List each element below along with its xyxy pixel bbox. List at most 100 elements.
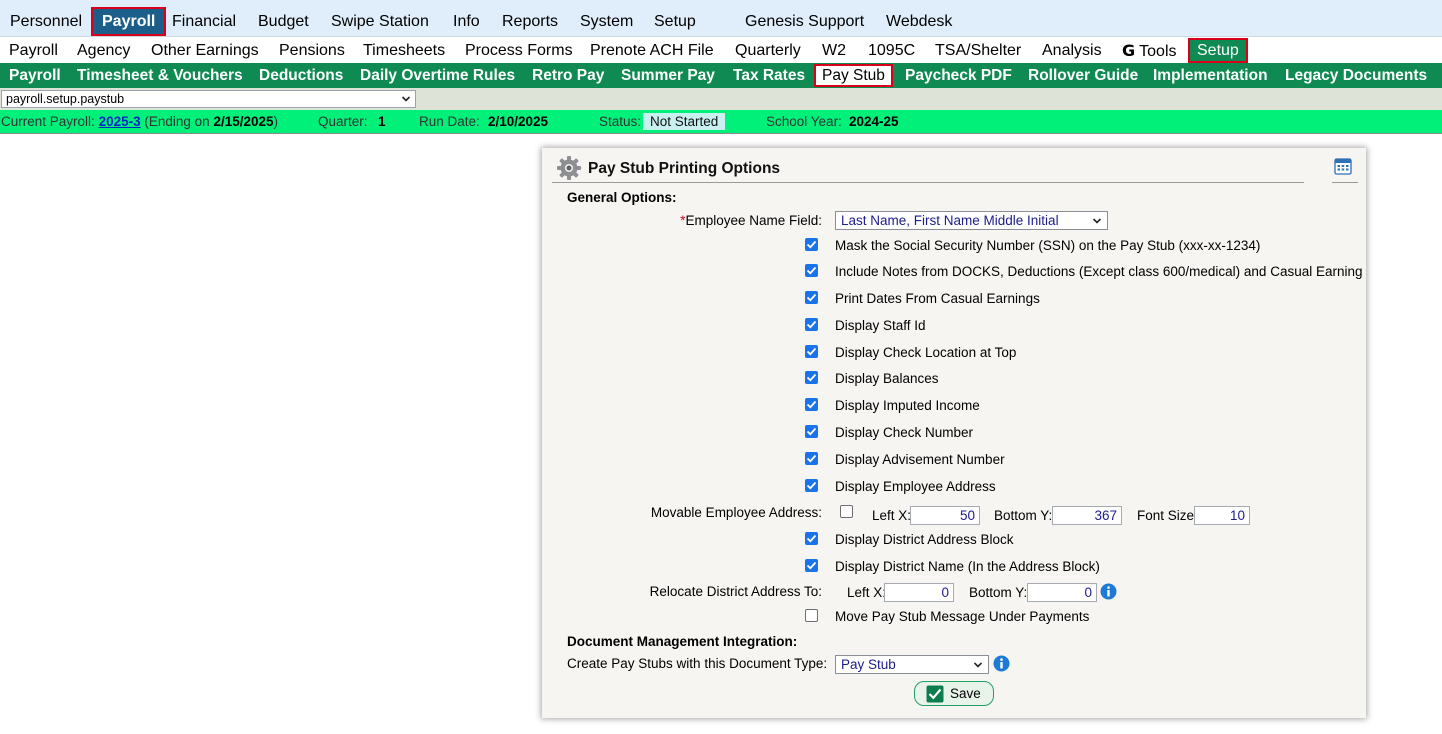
info-icon[interactable]: [1100, 583, 1117, 600]
menu-item-system[interactable]: System: [580, 8, 633, 36]
ending-prefix: (Ending on: [144, 114, 214, 129]
checkbox-label: Display Check Number: [835, 425, 974, 440]
checkbox-label: Display Staff Id: [835, 318, 926, 333]
quarter-value: 1: [378, 114, 386, 129]
current-payroll-label: Current Payroll:: [1, 114, 95, 129]
menu-item-reports[interactable]: Reports: [502, 8, 558, 36]
calendar-icon[interactable]: [1334, 157, 1352, 175]
movable-left-x-label: Left X:: [872, 508, 912, 523]
tab-paycheck-pdf[interactable]: Paycheck PDF: [905, 64, 1012, 88]
menu-item-swipe-station[interactable]: Swipe Station: [331, 8, 429, 36]
ending-date: 2/15/2025: [213, 114, 274, 129]
checkbox-district-name[interactable]: [805, 559, 818, 572]
checkbox-movable-address[interactable]: [840, 505, 853, 518]
tab-daily-overtime-rules[interactable]: Daily Overtime Rules: [360, 64, 515, 88]
relocate-address-label: Relocate District Address To:: [649, 584, 822, 599]
payroll-status-bar: Current Payroll: 2025-3 (Ending on 2/15/…: [0, 110, 1442, 133]
movable-left-x-input[interactable]: 50: [910, 506, 980, 525]
ending-suffix: ): [273, 114, 279, 129]
current-payroll-link[interactable]: 2025-3: [99, 114, 141, 129]
menu-item-webdesk[interactable]: Webdesk: [886, 8, 952, 36]
tab-summer-pay[interactable]: Summer Pay: [621, 64, 715, 88]
submenu-item-agency[interactable]: Agency: [77, 39, 130, 63]
tab-rollover-guide[interactable]: Rollover Guide: [1028, 64, 1138, 88]
checkbox-employee-address[interactable]: [805, 479, 818, 492]
tab-timesheet-vouchers[interactable]: Timesheet & Vouchers: [77, 64, 243, 88]
checkbox-district-address-block[interactable]: [805, 532, 818, 545]
menu-item-info[interactable]: Info: [453, 8, 480, 36]
submenu-item-w2[interactable]: W2: [822, 39, 846, 63]
chevron-down-icon: [402, 96, 410, 102]
font-size-input[interactable]: 10: [1194, 506, 1250, 525]
checkbox-label: Display Check Location at Top: [835, 345, 1017, 360]
tab-retro-pay[interactable]: Retro Pay: [532, 64, 604, 88]
relocate-left-x-label: Left X:: [847, 585, 887, 600]
employee-name-field-text: Employee Name Field:: [685, 213, 822, 228]
checkbox-imputed-income[interactable]: [805, 398, 818, 411]
submenu-item-timesheets[interactable]: Timesheets: [363, 39, 445, 63]
relocate-left-x-input[interactable]: 0: [884, 583, 954, 602]
info-icon[interactable]: [993, 655, 1010, 672]
submenu-item-tsa-shelter[interactable]: TSA/Shelter: [935, 39, 1021, 63]
menu-item-personnel[interactable]: Personnel: [10, 8, 82, 36]
checkbox-balances[interactable]: [805, 371, 818, 384]
submenu-item-setup[interactable]: Setup: [1188, 38, 1248, 63]
submenu-item-prenote-ach[interactable]: Prenote ACH File: [590, 39, 714, 63]
menu-item-financial[interactable]: Financial: [172, 8, 236, 36]
page-select-dropdown[interactable]: payroll.setup.paystub: [1, 90, 416, 108]
doc-type-select-value: Pay Stub: [841, 657, 896, 672]
submenu-item-process-forms[interactable]: Process Forms: [465, 39, 573, 63]
status-label: Status:: [599, 114, 642, 129]
doc-type-select[interactable]: Pay Stub: [835, 655, 989, 674]
save-button[interactable]: Save: [914, 681, 994, 706]
tab-implementation[interactable]: Implementation: [1153, 64, 1268, 88]
tab-legacy-documents[interactable]: Legacy Documents: [1285, 64, 1427, 88]
tab-tax-rates[interactable]: Tax Rates: [733, 64, 805, 88]
submenu-item-1095c[interactable]: 1095C: [868, 39, 915, 63]
doc-mgmt-heading: Document Management Integration:: [567, 634, 798, 649]
submenu-tools-label: Tools: [1139, 43, 1177, 60]
checkbox-mask-ssn[interactable]: [805, 238, 818, 251]
chevron-down-icon: [1093, 218, 1101, 224]
pay-stub-options-panel: Pay Stub Printing Options General Option…: [542, 148, 1366, 718]
school-year-value: 2024-25: [849, 114, 899, 129]
checkbox-move-message[interactable]: [805, 609, 818, 622]
checkbox-advisement-number[interactable]: [805, 452, 818, 465]
checkbox-label: Mask the Social Security Number (SSN) on…: [835, 238, 1261, 253]
save-button-label: Save: [950, 686, 981, 701]
submenu-item-quarterly[interactable]: Quarterly: [735, 39, 801, 63]
employee-name-select-value: Last Name, First Name Middle Initial: [841, 213, 1059, 228]
checkbox-check-location[interactable]: [805, 345, 818, 358]
general-options-heading: General Options:: [567, 190, 677, 205]
checkbox-label: Print Dates From Casual Earnings: [835, 291, 1040, 306]
menu-item-genesis-support[interactable]: Genesis Support: [745, 8, 864, 36]
menu-item-setup[interactable]: Setup: [654, 8, 696, 36]
employee-name-field-label: *Employee Name Field:: [680, 213, 822, 228]
checkbox-label: Display District Address Block: [835, 532, 1014, 547]
relocate-bottom-y-input[interactable]: 0: [1027, 583, 1097, 602]
chevron-down-icon: [974, 662, 982, 668]
run-date-value: 2/10/2025: [488, 114, 549, 129]
menu-item-budget[interactable]: Budget: [258, 8, 309, 36]
movable-bottom-y-input[interactable]: 367: [1052, 506, 1122, 525]
tab-deductions[interactable]: Deductions: [259, 64, 343, 88]
submenu-item-other-earnings[interactable]: Other Earnings: [151, 39, 259, 63]
movable-address-label: Movable Employee Address:: [650, 505, 822, 520]
submenu-item-pensions[interactable]: Pensions: [279, 39, 345, 63]
tab-pay-stub[interactable]: Pay Stub: [814, 64, 893, 87]
submenu-item-tools[interactable]: G Tools: [1122, 39, 1177, 63]
tab-payroll[interactable]: Payroll: [9, 64, 61, 88]
checkbox-check-number[interactable]: [805, 425, 818, 438]
doc-type-label: Create Pay Stubs with this Document Type…: [567, 656, 828, 671]
submenu-item-analysis[interactable]: Analysis: [1042, 39, 1102, 63]
employee-name-select[interactable]: Last Name, First Name Middle Initial: [835, 211, 1108, 230]
font-size-label: Font Size:: [1137, 508, 1198, 523]
checkbox-include-notes[interactable]: [805, 264, 818, 277]
run-date-label: Run Date:: [419, 114, 480, 129]
checkbox-casual-dates[interactable]: [805, 291, 818, 304]
main-menu-bar: Personnel Payroll Financial Budget Swipe…: [0, 0, 1442, 37]
menu-item-payroll[interactable]: Payroll: [91, 7, 167, 36]
checkbox-staff-id[interactable]: [805, 318, 818, 331]
checkbox-label: Display Imputed Income: [835, 398, 980, 413]
submenu-item-payroll[interactable]: Payroll: [9, 39, 58, 63]
